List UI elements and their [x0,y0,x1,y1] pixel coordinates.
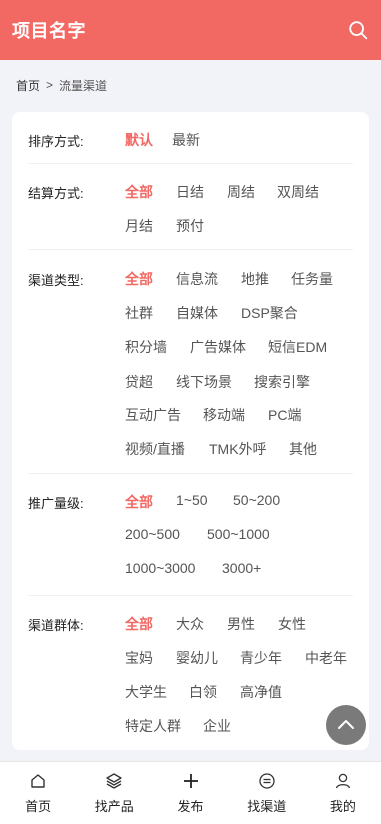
audience-option[interactable]: 企业 [203,716,231,736]
channel-type-option[interactable]: 信息流 [176,269,218,289]
app-header: 项目名字 [0,0,381,60]
home-icon [31,774,45,788]
breadcrumb-current: 流量渠道 [59,78,108,93]
audience-label: 渠道群体: [28,618,84,633]
tab-products[interactable]: 找产品 [76,762,152,824]
tab-publish[interactable]: 发布 [152,762,228,824]
channel-type-option[interactable]: 自媒体 [176,303,218,323]
volume-option[interactable]: 3000+ [222,560,261,576]
channel-type-label: 渠道类型: [28,273,84,288]
settlement-option[interactable]: 预付 [176,216,204,236]
divider [28,249,353,250]
search-icon[interactable] [347,19,369,41]
bottom-tab-bar: 首页 找产品 发布 找渠道 我的 [0,761,381,824]
audience-option[interactable]: 全部 [125,614,153,634]
settlement-option[interactable]: 双周结 [277,182,319,202]
divider [28,473,353,474]
channel-type-option[interactable]: PC端 [268,405,301,425]
channel-type-option[interactable]: 全部 [125,269,153,289]
chevron-up-icon [338,720,354,729]
settlement-option[interactable]: 月结 [125,216,153,236]
channel-type-option[interactable]: 贷超 [125,372,153,392]
channel-type-option[interactable]: 搜索引擎 [254,372,310,392]
volume-option[interactable]: 200~500 [125,526,180,542]
channel-type-option[interactable]: 社群 [125,303,153,323]
audience-option[interactable]: 婴幼儿 [176,648,218,668]
sort-option[interactable]: 最新 [172,130,200,150]
channel-type-option[interactable]: 短信EDM [268,337,327,357]
breadcrumb-home[interactable]: 首页 [16,77,40,94]
filter-card: 排序方式: 默认 最新 结算方式: 全部 日结 周结 双周结 月结 预付 渠道类… [12,112,369,750]
divider [28,595,353,596]
channel-type-option[interactable]: DSP聚合 [241,303,298,323]
audience-option[interactable]: 青少年 [240,648,282,668]
volume-option[interactable]: 500~1000 [207,526,270,542]
sort-label: 排序方式: [28,134,84,149]
volume-label: 推广量级: [28,496,84,511]
audience-option[interactable]: 大众 [176,614,204,634]
channel-type-option[interactable]: 地推 [241,269,269,289]
breadcrumb: 首页 > 流量渠道 [0,60,381,110]
tab-channels[interactable]: 找渠道 [229,762,305,824]
audience-option[interactable]: 大学生 [125,682,167,702]
channel-type-option[interactable]: 任务量 [291,269,333,289]
tab-label: 找产品 [94,799,134,814]
channel-type-option[interactable]: 其他 [289,439,317,459]
back-to-top-button[interactable] [326,705,366,745]
channel-type-option[interactable]: 互动广告 [125,405,181,425]
breadcrumb-separator: > [46,78,54,92]
settlement-option[interactable]: 周结 [227,182,255,202]
channel-type-option[interactable]: 积分墙 [125,337,167,357]
tab-label: 首页 [25,799,52,814]
user-icon [335,773,351,789]
channel-type-option[interactable]: 线下场景 [176,372,232,392]
divider [28,163,353,164]
channel-type-option[interactable]: TMK外呼 [209,439,267,459]
audience-option[interactable]: 高净值 [240,682,282,702]
channel-type-option[interactable]: 视频/直播 [125,439,185,459]
audience-option[interactable]: 女性 [278,614,306,634]
volume-option[interactable]: 50~200 [233,492,280,508]
tab-home[interactable]: 首页 [0,762,76,824]
layers-icon [106,773,122,789]
tab-profile[interactable]: 我的 [305,762,381,824]
settlement-option[interactable]: 全部 [125,182,153,202]
audience-option[interactable]: 男性 [227,614,255,634]
volume-option[interactable]: 全部 [125,492,153,512]
audience-option[interactable]: 宝妈 [125,648,153,668]
tab-label: 我的 [329,799,356,814]
settlement-option[interactable]: 日结 [176,182,204,202]
channel-type-option[interactable]: 广告媒体 [190,337,246,357]
sort-option[interactable]: 默认 [125,130,153,150]
tab-label: 发布 [177,799,204,814]
tab-label: 找渠道 [247,799,287,814]
channel-icon [259,773,275,789]
plus-icon [183,774,198,788]
channel-type-option[interactable]: 移动端 [203,405,245,425]
app-title: 项目名字 [12,21,86,41]
audience-option[interactable]: 特定人群 [125,716,181,736]
volume-option[interactable]: 1000~3000 [125,560,195,576]
settlement-label: 结算方式: [28,186,84,201]
audience-option[interactable]: 中老年 [305,648,347,668]
audience-option[interactable]: 白领 [189,682,217,702]
volume-option[interactable]: 1~50 [176,492,208,508]
